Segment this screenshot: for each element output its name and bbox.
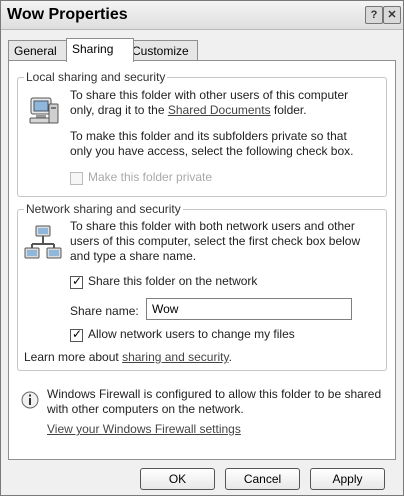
tab-customize[interactable]: Customize (126, 40, 198, 61)
share-folder-checkbox[interactable] (70, 274, 83, 289)
window-title: Wow Properties (7, 6, 128, 23)
network-line-3: and type a share name. (70, 249, 197, 263)
learn-more-suffix: . (228, 350, 232, 364)
info-icon (21, 391, 39, 409)
properties-window: Wow Properties ? ✕ General Sharing Custo… (0, 0, 404, 496)
make-private-checkbox[interactable] (70, 172, 83, 185)
local-line-2: only, drag it to the Shared Documents fo… (70, 103, 307, 118)
local-sharing-legend: Local sharing and security (24, 70, 168, 84)
close-button[interactable]: ✕ (383, 6, 401, 24)
share-name-label: Share name: (70, 304, 139, 318)
tab-general[interactable]: General (8, 40, 72, 61)
help-button[interactable]: ? (365, 6, 383, 24)
network-sharing-legend: Network sharing and security (24, 202, 183, 216)
network-line-1: To share this folder with both network u… (70, 219, 355, 233)
allow-change-checkbox[interactable] (70, 327, 83, 342)
firewall-settings-link[interactable]: View your Windows Firewall settings (47, 422, 241, 437)
cancel-button[interactable]: Cancel (225, 468, 300, 490)
tab-sharing[interactable]: Sharing (66, 38, 134, 62)
network-icon (24, 224, 62, 262)
firewall-line-2: with other computers on the network. (47, 402, 244, 416)
sharing-security-link[interactable]: sharing and security (122, 350, 229, 364)
apply-button[interactable]: Apply (310, 468, 385, 490)
title-bar[interactable]: Wow Properties ? ✕ (1, 1, 403, 30)
local-line-2-suffix: folder. (270, 103, 307, 117)
share-folder-label: Share this folder on the network (88, 274, 258, 288)
shared-documents-link[interactable]: Shared Documents (168, 103, 271, 117)
sharing-panel: Local sharing and security To share this… (8, 60, 396, 460)
allow-change-label: Allow network users to change my files (88, 327, 295, 341)
network-line-2: users of this computer, select the first… (70, 234, 361, 248)
learn-more-line: Learn more about sharing and security. (24, 350, 232, 365)
local-sharing-group: Local sharing and security To share this… (17, 70, 387, 197)
firewall-line-1: Windows Firewall is configured to allow … (47, 387, 382, 401)
share-name-input[interactable]: Wow (146, 298, 352, 320)
private-line-1: To make this folder and its subfolders p… (70, 129, 347, 143)
learn-more-text: Learn more about (24, 350, 123, 364)
local-line-2-text: only, drag it to the (70, 103, 168, 117)
ok-button[interactable]: OK (140, 468, 215, 490)
local-line-1: To share this folder with other users of… (70, 88, 349, 102)
computer-icon (26, 94, 62, 130)
network-sharing-group: Network sharing and security To share th… (17, 202, 387, 371)
make-private-label: Make this folder private (88, 170, 213, 184)
private-line-2: only you have access, select the followi… (70, 144, 354, 158)
